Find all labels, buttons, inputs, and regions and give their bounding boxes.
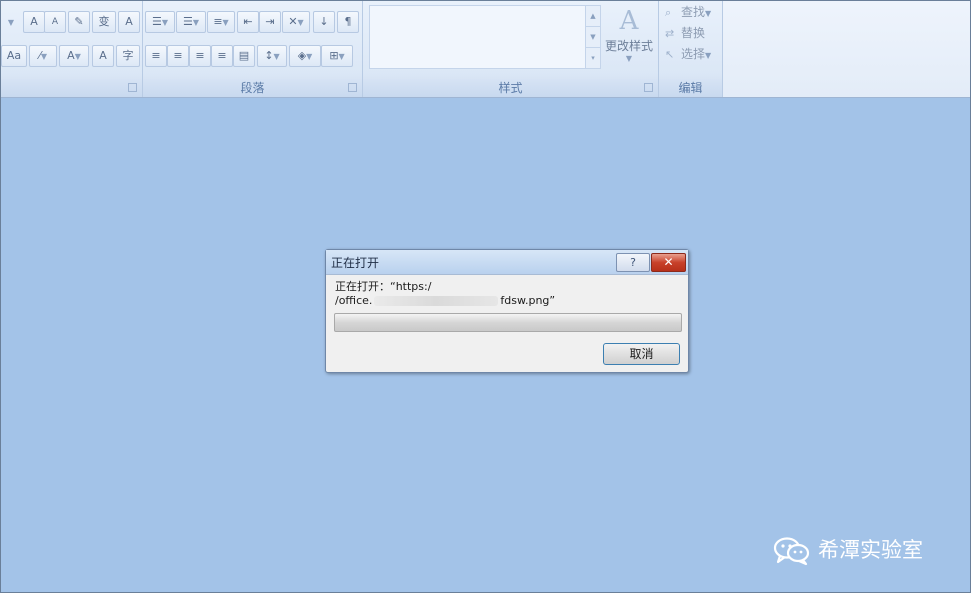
opening-dialog: 正在打开 ? ✕ 正在打开：“https:/ /office. fdsw.png”… bbox=[325, 249, 689, 373]
char-border-button[interactable]: A bbox=[118, 11, 140, 33]
shading-button[interactable]: ◈▼ bbox=[289, 45, 321, 67]
border-icon: ⊞ bbox=[329, 49, 339, 62]
multilevel-list-icon: ≡ bbox=[213, 15, 223, 28]
quick-styles-gallery[interactable] bbox=[369, 5, 587, 69]
font-dialog-launcher[interactable] bbox=[128, 83, 137, 92]
highlight-color-button[interactable]: ⁄▼ bbox=[29, 45, 57, 67]
justify-button[interactable]: ≡ bbox=[211, 45, 233, 67]
dialog-message: 正在打开：“https:/ /office. fdsw.png” bbox=[335, 280, 679, 308]
ribbon-empty-area bbox=[723, 1, 970, 97]
align-left-icon: ≡ bbox=[151, 49, 161, 62]
styles-group: ▲ ▼ ▾ A 更改样式 ▼ 样式 bbox=[363, 1, 659, 97]
decrease-indent-icon: ⇤ bbox=[243, 15, 253, 28]
gallery-up-button[interactable]: ▲ bbox=[586, 6, 600, 27]
enclose-char-button[interactable]: 字 bbox=[116, 45, 140, 67]
numbering-button[interactable]: ☰▼ bbox=[176, 11, 206, 33]
font-size-dropdown[interactable]: ▼ bbox=[1, 11, 21, 33]
help-icon: ? bbox=[630, 256, 636, 269]
close-icon: ✕ bbox=[663, 255, 674, 269]
close-button[interactable]: ✕ bbox=[651, 253, 686, 272]
distributed-icon: ▤ bbox=[238, 49, 250, 62]
progress-bar bbox=[334, 313, 682, 332]
numbered-list-icon: ☰ bbox=[182, 15, 193, 28]
paragraph-group-label: 段落 bbox=[143, 79, 362, 97]
paragraph-group: ☰▼ ☰▼ ≡▼ ⇤ ⇥ ✕▼ ↓ ¶ ≡ ≡ ≡ ≡ ▤ ↕▼ ◈▼ ⊞▼ 段… bbox=[143, 1, 363, 97]
char-shading-button[interactable]: A bbox=[92, 45, 114, 67]
change-styles-icon: A bbox=[619, 6, 639, 36]
styles-gallery-scroll: ▲ ▼ ▾ bbox=[585, 5, 601, 69]
multilevel-list-button[interactable]: ≡▼ bbox=[207, 11, 235, 33]
change-styles-label: 更改样式 bbox=[604, 39, 653, 53]
align-left-button[interactable]: ≡ bbox=[145, 45, 167, 67]
styles-dialog-launcher[interactable] bbox=[644, 83, 653, 92]
dialog-titlebar[interactable]: 正在打开 ? ✕ bbox=[326, 250, 688, 275]
ribbon: ▼ A A ✎ 变 A Aa ⁄▼ A▼ A 字 ☰▼ ☰▼ ≡▼ ⇤ ⇥ ✕▼… bbox=[1, 1, 970, 98]
editing-group-label: 编辑 bbox=[659, 79, 722, 97]
styles-group-label: 样式 bbox=[363, 79, 658, 97]
paragraph-dialog-launcher[interactable] bbox=[348, 83, 357, 92]
bullet-list-icon: ☰ bbox=[151, 15, 162, 28]
url-prefix: /office. bbox=[335, 294, 373, 307]
show-marks-button[interactable]: ¶ bbox=[337, 11, 359, 33]
find-icon: ⌕ bbox=[665, 6, 672, 19]
wechat-icon bbox=[773, 537, 810, 566]
redacted-url-segment bbox=[374, 296, 499, 306]
change-case-button[interactable]: Aa bbox=[1, 45, 27, 67]
chinese-layout-icon: ✕ bbox=[288, 15, 298, 28]
paint-bucket-icon: ◈ bbox=[297, 49, 307, 62]
font-group: ▼ A A ✎ 变 A Aa ⁄▼ A▼ A 字 bbox=[1, 1, 143, 97]
grow-font-button[interactable]: A bbox=[23, 11, 45, 33]
sort-icon: ↓ bbox=[319, 15, 329, 28]
distributed-button[interactable]: ▤ bbox=[233, 45, 255, 67]
chevron-down-icon: ▼ bbox=[625, 54, 633, 63]
increase-indent-button[interactable]: ⇥ bbox=[259, 11, 281, 33]
font-group-label bbox=[1, 79, 142, 97]
line-spacing-button[interactable]: ↕▼ bbox=[257, 45, 287, 67]
font-color-button[interactable]: A▼ bbox=[59, 45, 89, 67]
eraser-icon: ✎ bbox=[74, 15, 84, 28]
gallery-down-button[interactable]: ▼ bbox=[586, 27, 600, 48]
replace-icon: ⇄ bbox=[665, 27, 675, 40]
message-line-2: /office. fdsw.png” bbox=[335, 294, 679, 308]
change-styles-button[interactable]: A 更改样式 ▼ bbox=[603, 5, 655, 63]
decrease-indent-button[interactable]: ⇤ bbox=[237, 11, 259, 33]
increase-indent-icon: ⇥ bbox=[265, 15, 275, 28]
url-suffix: fdsw.png” bbox=[500, 294, 556, 307]
message-line-1: 正在打开：“https:/ bbox=[335, 280, 432, 293]
shrink-font-button[interactable]: A bbox=[44, 11, 66, 33]
align-right-icon: ≡ bbox=[195, 49, 205, 62]
cancel-button[interactable]: 取消 bbox=[603, 343, 680, 365]
borders-button[interactable]: ⊞▼ bbox=[321, 45, 353, 67]
line-spacing-icon: ↕ bbox=[264, 49, 274, 62]
editing-group: ⌕ 查找▼ ⇄ 替换 ↖ 选择▼ 编辑 bbox=[659, 1, 723, 97]
cursor-icon: ↖ bbox=[665, 48, 675, 61]
align-center-button[interactable]: ≡ bbox=[167, 45, 189, 67]
watermark: 希潭实验室 bbox=[772, 533, 923, 567]
justify-icon: ≡ bbox=[217, 49, 227, 62]
phonetic-guide-button[interactable]: 变 bbox=[92, 11, 116, 33]
align-center-icon: ≡ bbox=[173, 49, 183, 62]
replace-button[interactable]: ⇄ 替换 bbox=[665, 23, 705, 43]
paragraph-mark-icon: ¶ bbox=[344, 15, 352, 28]
select-button[interactable]: ↖ 选择▼ bbox=[665, 44, 711, 64]
gallery-more-button[interactable]: ▾ bbox=[586, 48, 600, 68]
align-right-button[interactable]: ≡ bbox=[189, 45, 211, 67]
find-button[interactable]: ⌕ 查找▼ bbox=[665, 2, 711, 22]
bullets-button[interactable]: ☰▼ bbox=[145, 11, 175, 33]
dialog-title: 正在打开 bbox=[331, 256, 380, 270]
watermark-text: 希潭实验室 bbox=[818, 538, 923, 562]
sort-button[interactable]: ↓ bbox=[313, 11, 335, 33]
chinese-layout-button[interactable]: ✕▼ bbox=[282, 11, 310, 33]
clear-format-button[interactable]: ✎ bbox=[68, 11, 90, 33]
help-button[interactable]: ? bbox=[616, 253, 650, 272]
